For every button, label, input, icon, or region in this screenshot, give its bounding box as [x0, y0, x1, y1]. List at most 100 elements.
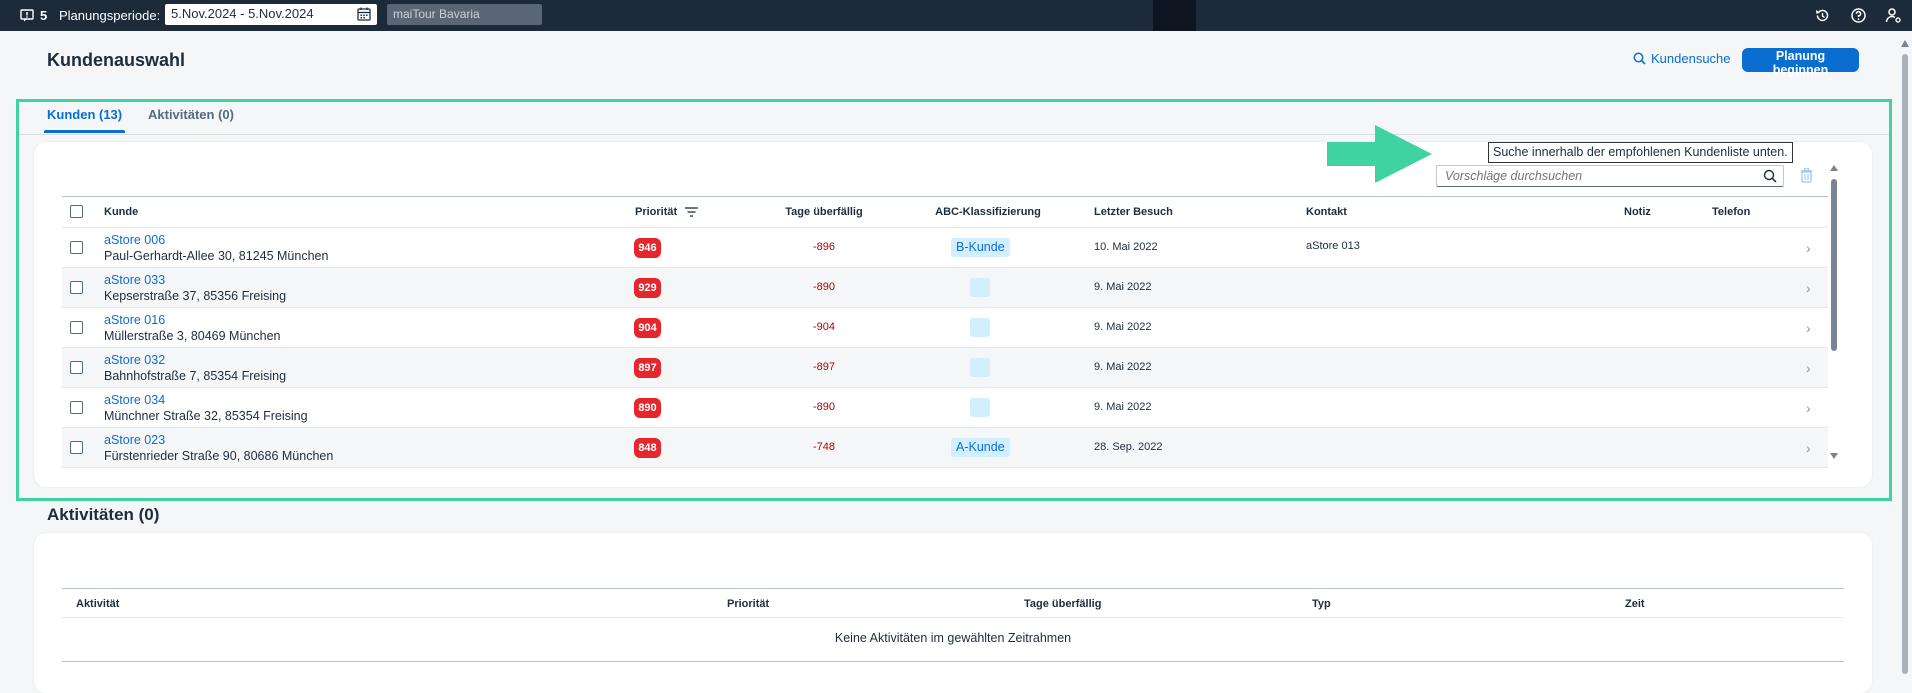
- sort-icon[interactable]: [685, 207, 699, 217]
- customer-name-link[interactable]: aStore 006: [104, 233, 165, 247]
- row-checkbox[interactable]: [70, 321, 83, 334]
- priority-badge: 946: [634, 238, 661, 258]
- days-overdue: -897: [812, 361, 836, 373]
- days-overdue: -890: [812, 401, 836, 413]
- table-row[interactable]: aStore 033 Kepserstraße 37, 85356 Freisi…: [62, 268, 1828, 308]
- col-priority[interactable]: Priorität: [635, 206, 699, 218]
- abc-badge: [970, 278, 990, 297]
- page-title: Kundenauswahl: [47, 50, 186, 70]
- tab-activities[interactable]: Aktivitäten (0): [148, 107, 234, 122]
- suggestions-search-input[interactable]: [1445, 167, 1755, 185]
- abc-badge: [970, 358, 990, 377]
- row-checkbox[interactable]: [70, 281, 83, 294]
- shell-bar: 5 Planungsperiode: 5.Nov.2024 - 5.Nov.20…: [0, 0, 1912, 31]
- chevron-right-icon[interactable]: ›: [1806, 320, 1811, 336]
- table-scrollbar-thumb[interactable]: [1831, 179, 1837, 351]
- row-checkbox[interactable]: [70, 441, 83, 454]
- days-overdue: -896: [812, 241, 836, 253]
- customer-address: Paul-Gerhardt-Allee 30, 81245 München: [104, 249, 329, 263]
- table-row[interactable]: aStore 023 Fürstenrieder Straße 90, 8068…: [62, 428, 1828, 468]
- period-date-field[interactable]: 5.Nov.2024 - 5.Nov.2024: [165, 4, 377, 25]
- chevron-right-icon[interactable]: ›: [1806, 360, 1811, 376]
- col-activity[interactable]: Aktivität: [76, 598, 119, 610]
- customer-address: Müllerstraße 3, 80469 München: [104, 329, 281, 343]
- last-visit: 9. Mai 2022: [1094, 281, 1152, 293]
- delete-icon[interactable]: [1800, 168, 1813, 183]
- customer-table-header: Kunde Priorität Tage überfällig ABC-Klas…: [62, 196, 1828, 228]
- col-last-visit[interactable]: Letzter Besuch: [1094, 206, 1173, 218]
- scroll-up-icon[interactable]: [1830, 165, 1838, 171]
- scroll-up-icon[interactable]: [1901, 40, 1909, 47]
- customer-address: Kepserstraße 37, 85356 Freising: [104, 289, 287, 303]
- customer-search-link[interactable]: Kundensuche: [1633, 51, 1731, 66]
- page-scrollbar-thumb[interactable]: [1902, 54, 1908, 674]
- row-checkbox[interactable]: [70, 361, 83, 374]
- contact: aStore 013: [1306, 240, 1360, 252]
- notifications-button[interactable]: 5: [20, 8, 47, 23]
- user-settings-icon[interactable]: [1885, 7, 1902, 24]
- notification-icon: [20, 9, 34, 22]
- priority-badge: 897: [634, 358, 661, 378]
- days-overdue: -904: [812, 321, 836, 333]
- suggestions-search-field[interactable]: [1436, 165, 1784, 187]
- activities-empty-text: Keine Aktivitäten im gewählten Zeitrahme…: [62, 618, 1844, 662]
- customer-address: Münchner Straße 32, 85354 Freising: [104, 409, 308, 423]
- customer-table: Kunde Priorität Tage überfällig ABC-Klas…: [62, 196, 1828, 468]
- tour-value: maiTour Bavaria: [393, 7, 480, 21]
- days-overdue: -890: [812, 281, 836, 293]
- scroll-down-icon[interactable]: [1830, 453, 1838, 459]
- col-customer[interactable]: Kunde: [104, 206, 138, 218]
- tab-bar: Kunden (13) Aktivitäten (0): [18, 100, 1892, 135]
- search-icon: [1633, 52, 1646, 65]
- row-checkbox[interactable]: [70, 401, 83, 414]
- table-row[interactable]: aStore 032 Bahnhofstraße 7, 85354 Freisi…: [62, 348, 1828, 388]
- shell-dark-block: [1153, 0, 1196, 31]
- table-row[interactable]: aStore 006 Paul-Gerhardt-Allee 30, 81245…: [62, 228, 1828, 268]
- history-icon[interactable]: [1814, 7, 1831, 24]
- customer-name-link[interactable]: aStore 032: [104, 353, 165, 367]
- customer-name-link[interactable]: aStore 033: [104, 273, 165, 287]
- priority-badge: 929: [634, 278, 661, 298]
- chevron-right-icon[interactable]: ›: [1806, 280, 1811, 296]
- page-scrollbar[interactable]: [1901, 40, 1909, 674]
- tour-field[interactable]: maiTour Bavaria: [387, 4, 542, 25]
- col-activity-priority[interactable]: Priorität: [727, 598, 769, 610]
- abc-badge: [970, 398, 990, 417]
- tab-customers[interactable]: Kunden (13): [43, 107, 126, 133]
- days-overdue: -748: [812, 441, 836, 453]
- col-activity-type[interactable]: Typ: [1312, 598, 1331, 610]
- help-icon[interactable]: [1850, 7, 1867, 24]
- col-abc[interactable]: ABC-Klassifizierung: [928, 206, 1048, 218]
- notification-count: 5: [40, 8, 48, 23]
- row-checkbox[interactable]: [70, 241, 83, 254]
- calendar-icon[interactable]: [357, 7, 371, 21]
- table-scrollbar[interactable]: [1830, 165, 1838, 460]
- last-visit: 9. Mai 2022: [1094, 361, 1152, 373]
- customer-name-link[interactable]: aStore 016: [104, 313, 165, 327]
- customer-name-link[interactable]: aStore 023: [104, 433, 165, 447]
- abc-badge: [970, 318, 990, 337]
- search-icon[interactable]: [1763, 169, 1777, 183]
- table-row[interactable]: aStore 034 Münchner Straße 32, 85354 Fre…: [62, 388, 1828, 428]
- chevron-right-icon[interactable]: ›: [1806, 400, 1811, 416]
- activities-title: Aktivitäten (0): [47, 505, 160, 524]
- col-activity-overdue[interactable]: Tage überfällig: [1024, 598, 1101, 610]
- col-contact[interactable]: Kontakt: [1306, 206, 1347, 218]
- col-note[interactable]: Notiz: [1624, 206, 1651, 218]
- customer-search-label: Kundensuche: [1651, 51, 1731, 66]
- col-activity-time[interactable]: Zeit: [1625, 598, 1645, 610]
- search-tooltip: Suche innerhalb der empfohlenen Kundenli…: [1488, 142, 1793, 163]
- col-phone[interactable]: Telefon: [1712, 206, 1750, 218]
- col-days-overdue[interactable]: Tage überfällig: [774, 206, 874, 218]
- chevron-right-icon[interactable]: ›: [1806, 240, 1811, 256]
- chevron-right-icon[interactable]: ›: [1806, 440, 1811, 456]
- period-label: Planungsperiode:: [59, 8, 161, 23]
- activities-table-header: Aktivität Priorität Tage überfällig Typ …: [62, 588, 1844, 618]
- customer-name-link[interactable]: aStore 034: [104, 393, 165, 407]
- start-planning-button[interactable]: Planung beginnen: [1742, 48, 1859, 77]
- abc-badge: A-Kunde: [951, 438, 1010, 457]
- arrow-annotation-icon: [1327, 125, 1432, 183]
- table-row[interactable]: aStore 016 Müllerstraße 3, 80469 München…: [62, 308, 1828, 348]
- priority-badge: 890: [634, 398, 661, 418]
- select-all-checkbox[interactable]: [70, 205, 83, 218]
